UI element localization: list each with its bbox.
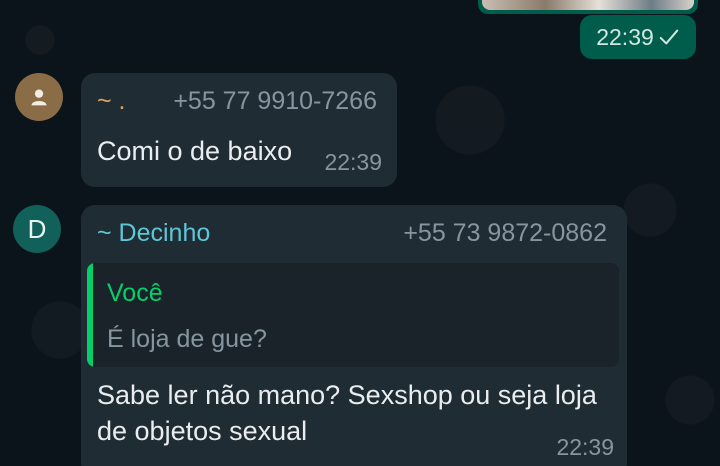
incoming-message[interactable]: ~ . +55 77 9910-7266 Comi o de baixo 22:… (81, 73, 397, 187)
sender-name[interactable]: ~ Decinho (97, 219, 210, 248)
quote-text: É loja de gue? (107, 325, 267, 353)
quoted-message[interactable]: Você É loja de gue? (87, 263, 619, 367)
chat-background: 22:39 ~ . +55 77 9910-7266 Comi o de bai… (0, 0, 720, 466)
sender-name[interactable]: ~ . (97, 87, 126, 116)
check-icon (659, 29, 679, 45)
avatar[interactable] (15, 73, 63, 121)
person-icon (31, 89, 47, 106)
sender-header: ~ . +55 77 9910-7266 (97, 87, 377, 116)
image-thumbnail[interactable] (482, 0, 694, 10)
sender-header: ~ Decinho +55 73 9872-0862 (97, 219, 607, 248)
avatar-letter: D (27, 213, 47, 244)
incoming-message[interactable]: ~ Decinho +55 73 9872-0862 Você É loja d… (81, 205, 627, 466)
quote-accent-bar (87, 263, 93, 367)
outgoing-image-message[interactable] (478, 0, 698, 14)
message-time: 22:39 (596, 23, 654, 50)
message-time: 22:39 (556, 434, 614, 460)
avatar[interactable]: D (13, 205, 61, 253)
message-text: Sabe ler não mano? Sexshop ou seja loja … (97, 380, 597, 446)
outgoing-message-status: 22:39 (580, 15, 696, 59)
message-time: 22:39 (324, 149, 382, 175)
message-text: Comi o de baixo (97, 136, 293, 166)
sender-phone[interactable]: +55 77 9910-7266 (173, 87, 377, 116)
quote-author: Você (107, 279, 163, 307)
sender-phone[interactable]: +55 73 9872-0862 (403, 219, 607, 248)
